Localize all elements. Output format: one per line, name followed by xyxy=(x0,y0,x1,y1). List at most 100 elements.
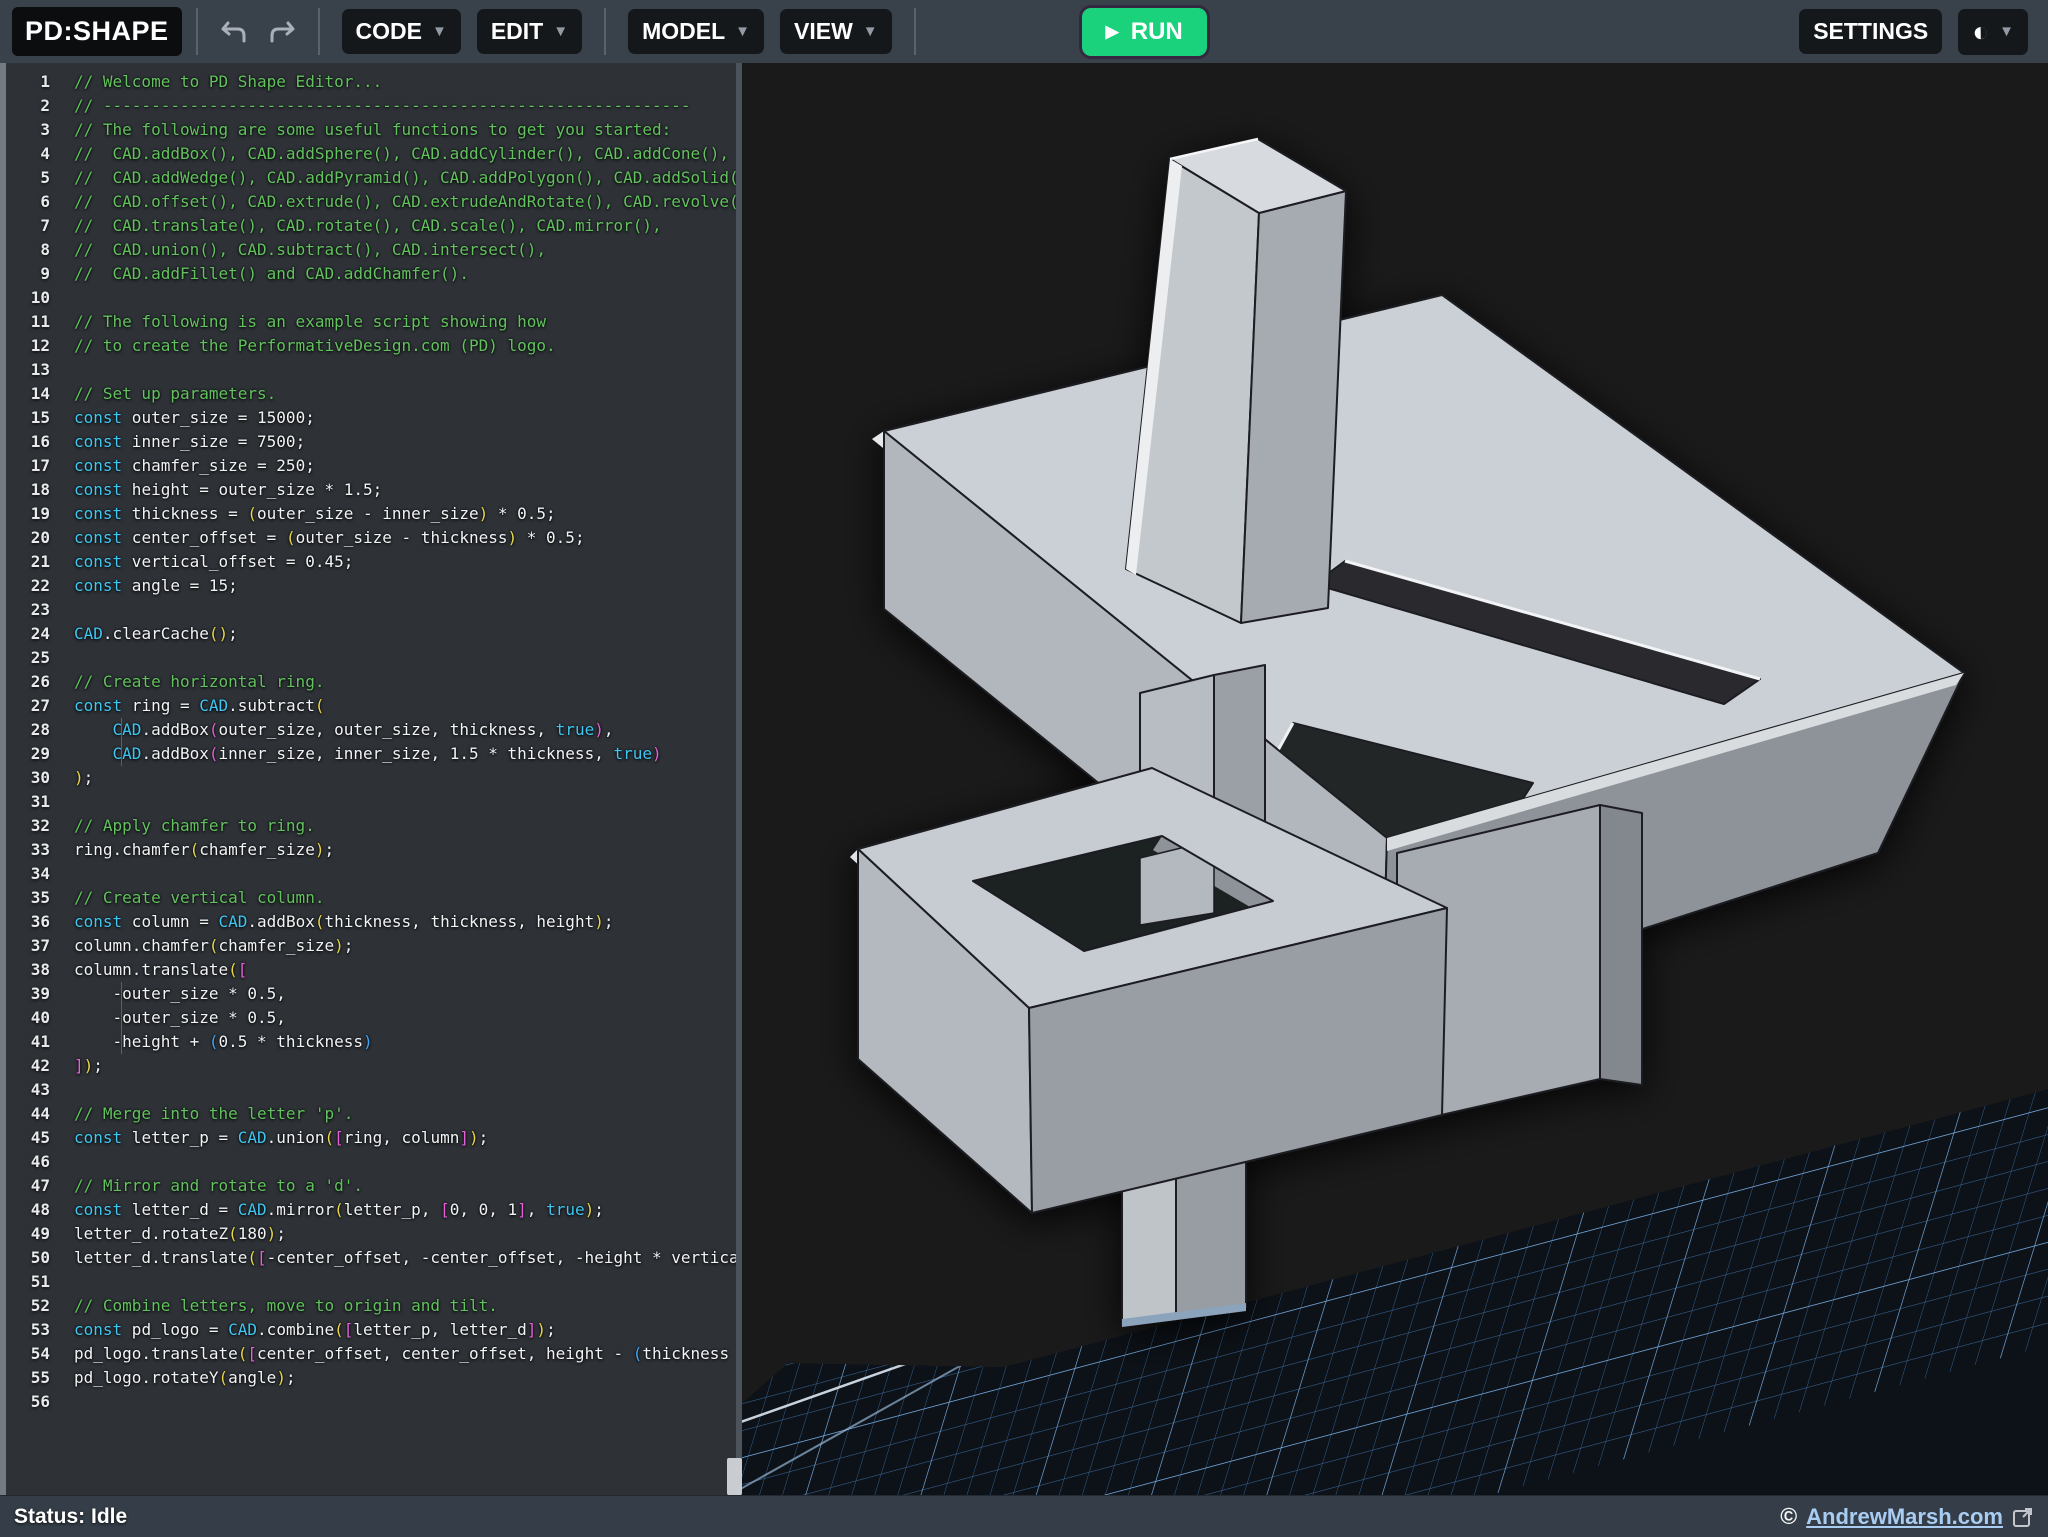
viewport-3d[interactable] xyxy=(742,63,2048,1495)
line-number: 52 xyxy=(6,1294,50,1318)
line-number: 32 xyxy=(6,814,50,838)
menu-code[interactable]: CODE ▼ xyxy=(342,9,461,54)
line-number: 18 xyxy=(6,478,50,502)
line-number: 49 xyxy=(6,1222,50,1246)
code-line: 50letter_d.translate([-center_offset, -c… xyxy=(6,1246,736,1270)
code-text xyxy=(50,862,736,886)
code-line: 18const height = outer_size * 1.5; xyxy=(6,478,736,502)
line-number: 3 xyxy=(6,118,50,142)
panel-resize-handle[interactable] xyxy=(727,1458,742,1495)
line-number: 25 xyxy=(6,646,50,670)
code-line: 10 xyxy=(6,286,736,310)
line-number: 26 xyxy=(6,670,50,694)
code-text: // CAD.addWedge(), CAD.addPyramid(), CAD… xyxy=(50,166,736,190)
line-number: 30 xyxy=(6,766,50,790)
menu-model[interactable]: MODEL ▼ xyxy=(628,9,764,54)
code-line: 44// Merge into the letter 'p'. xyxy=(6,1102,736,1126)
line-number: 41 xyxy=(6,1030,50,1054)
code-line: 55pd_logo.rotateY(angle); xyxy=(6,1366,736,1390)
line-number: 24 xyxy=(6,622,50,646)
line-number: 42 xyxy=(6,1054,50,1078)
code-line: 53const pd_logo = CAD.combine([letter_p,… xyxy=(6,1318,736,1342)
code-text: const letter_d = CAD.mirror(letter_p, [0… xyxy=(50,1198,736,1222)
menu-view[interactable]: VIEW ▼ xyxy=(780,9,892,54)
code-text: const outer_size = 15000; xyxy=(50,406,736,430)
code-text: // Welcome to PD Shape Editor... xyxy=(50,70,736,94)
menu-edit[interactable]: EDIT ▼ xyxy=(477,9,582,54)
code-text: ring.chamfer(chamfer_size); xyxy=(50,838,736,862)
code-text: CAD.addBox(outer_size, outer_size, thick… xyxy=(50,718,736,742)
code-text: // Set up parameters. xyxy=(50,382,736,406)
line-number: 46 xyxy=(6,1150,50,1174)
code-line: 48const letter_d = CAD.mirror(letter_p, … xyxy=(6,1198,736,1222)
line-number: 6 xyxy=(6,190,50,214)
settings-button[interactable]: SETTINGS xyxy=(1799,9,1942,54)
undo-button[interactable] xyxy=(215,12,255,52)
code-line: 2// ------------------------------------… xyxy=(6,94,736,118)
code-text: // -------------------------------------… xyxy=(50,94,736,118)
code-text: const angle = 15; xyxy=(50,574,736,598)
credit: © AndrewMarsh.com xyxy=(1780,1503,2034,1530)
code-line: 43 xyxy=(6,1078,736,1102)
line-number: 23 xyxy=(6,598,50,622)
run-button[interactable]: ▶ RUN xyxy=(1082,8,1207,56)
chevron-down-icon: ▼ xyxy=(553,23,568,40)
code-text xyxy=(50,1390,736,1414)
code-line: 36const column = CAD.addBox(thickness, t… xyxy=(6,910,736,934)
code-line: 16const inner_size = 7500; xyxy=(6,430,736,454)
code-text: const vertical_offset = 0.45; xyxy=(50,550,736,574)
line-number: 2 xyxy=(6,94,50,118)
code-text: const chamfer_size = 250; xyxy=(50,454,736,478)
code-line: 5// CAD.addWedge(), CAD.addPyramid(), CA… xyxy=(6,166,736,190)
code-text: const pd_logo = CAD.combine([letter_p, l… xyxy=(50,1318,736,1342)
line-number: 45 xyxy=(6,1126,50,1150)
code-line: 29 CAD.addBox(inner_size, inner_size, 1.… xyxy=(6,742,736,766)
code-line: 26// Create horizontal ring. xyxy=(6,670,736,694)
code-text: column.translate([ xyxy=(50,958,736,982)
status-bar: Status: Idle © AndrewMarsh.com xyxy=(0,1495,2048,1537)
code-text: // CAD.translate(), CAD.rotate(), CAD.sc… xyxy=(50,214,736,238)
line-number: 14 xyxy=(6,382,50,406)
code-line: 1// Welcome to PD Shape Editor... xyxy=(6,70,736,94)
line-number: 36 xyxy=(6,910,50,934)
menu-edit-label: EDIT xyxy=(491,18,543,45)
code-line: 56 xyxy=(6,1390,736,1414)
line-number: 54 xyxy=(6,1342,50,1366)
code-text: -outer_size * 0.5, xyxy=(50,1006,736,1030)
line-number: 10 xyxy=(6,286,50,310)
code-editor[interactable]: 1// Welcome to PD Shape Editor...2// ---… xyxy=(0,63,736,1495)
chevron-down-icon: ▼ xyxy=(863,23,878,40)
code-line: 54pd_logo.translate([center_offset, cent… xyxy=(6,1342,736,1366)
code-line: 28 CAD.addBox(outer_size, outer_size, th… xyxy=(6,718,736,742)
code-text: // The following are some useful functio… xyxy=(50,118,736,142)
line-number: 22 xyxy=(6,574,50,598)
code-line: 32// Apply chamfer to ring. xyxy=(6,814,736,838)
line-number: 15 xyxy=(6,406,50,430)
app-logo: PD:SHAPE xyxy=(12,7,182,56)
code-line: 13 xyxy=(6,358,736,382)
code-line: 25 xyxy=(6,646,736,670)
line-number: 29 xyxy=(6,742,50,766)
code-text: // Combine letters, move to origin and t… xyxy=(50,1294,736,1318)
code-line: 39 -outer_size * 0.5, xyxy=(6,982,736,1006)
code-text: // CAD.union(), CAD.subtract(), CAD.inte… xyxy=(50,238,736,262)
code-line: 24CAD.clearCache(); xyxy=(6,622,736,646)
theme-toggle-button[interactable]: ◐ ▼ xyxy=(1958,9,2028,55)
code-text: letter_d.translate([-center_offset, -cen… xyxy=(50,1246,736,1270)
code-text: CAD.clearCache(); xyxy=(50,622,736,646)
indent-guide xyxy=(121,982,122,1006)
line-number: 38 xyxy=(6,958,50,982)
code-line: 4// CAD.addBox(), CAD.addSphere(), CAD.a… xyxy=(6,142,736,166)
code-line: 27const ring = CAD.subtract( xyxy=(6,694,736,718)
indent-guide xyxy=(121,1006,122,1030)
code-text: // Apply chamfer to ring. xyxy=(50,814,736,838)
line-number: 28 xyxy=(6,718,50,742)
line-number: 12 xyxy=(6,334,50,358)
code-text: const inner_size = 7500; xyxy=(50,430,736,454)
code-text xyxy=(50,646,736,670)
redo-button[interactable] xyxy=(261,12,301,52)
chevron-down-icon: ▼ xyxy=(1999,23,2014,40)
line-number: 53 xyxy=(6,1318,50,1342)
credit-link[interactable]: AndrewMarsh.com xyxy=(1806,1504,2003,1530)
code-line: 47// Mirror and rotate to a 'd'. xyxy=(6,1174,736,1198)
